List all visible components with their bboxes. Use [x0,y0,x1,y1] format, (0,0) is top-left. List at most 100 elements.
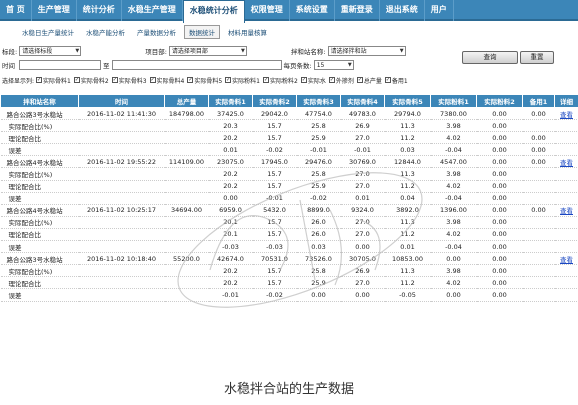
table-cell[interactable]: 查看 [554,155,578,169]
column-checkbox[interactable]: ✓ 实际粉料1 [225,76,260,85]
checkbox-icon[interactable]: ✓ [36,77,43,83]
column-checkbox[interactable]: ✓ 实际骨料2 [73,76,109,85]
nav-tab-3[interactable]: 水稳生产管理 [122,0,183,21]
table-cell: 3.98 [430,216,477,229]
column-checkbox[interactable]: ✓ 外掺剂 [328,76,354,85]
column-checkbox[interactable]: ✓ 实际骨料5 [187,76,222,85]
table-cell [554,143,578,157]
table-cell [554,131,578,145]
mark-select[interactable]: 请选择标段 [19,45,82,56]
table-cell: -0.04 [430,143,477,157]
checkbox-icon[interactable]: ✓ [149,77,156,83]
nav-tab-9[interactable]: 用户 [425,0,454,21]
table-cell: 42674.0 [208,252,253,266]
table-cell: 27.0 [340,216,385,229]
table-cell: 0.01 [208,143,253,157]
checkbox-icon[interactable]: ✓ [225,77,232,83]
subnav-tab-0[interactable]: 水稳日生产量统计 [18,26,78,38]
subnav-tab-1[interactable]: 水稳产能分析 [82,26,129,38]
checkbox-icon[interactable]: ✓ [263,77,269,83]
nav-tab-8[interactable]: 退出系统 [380,0,425,21]
mark-label: 标段: [2,47,18,56]
table-cell: 30769.0 [340,155,385,169]
table-cell: 理论配合比 [0,276,79,290]
column-header: 实际骨料5 [384,94,431,108]
table-cell: 0.00 [476,204,523,217]
column-options: 选择显示列: ✓ 实际骨料1 ✓ 实际骨料2 ✓ 实际骨料3 ✓ 实际骨料4 ✓ 实际骨料5 ✓ 实际… [0,74,578,86]
checkbox-icon[interactable]: ✓ [111,77,118,83]
table-cell: 27.0 [340,276,385,290]
subnav-tab-4[interactable]: 材料用量核算 [224,26,271,38]
table-cell: 4.02 [430,228,477,242]
checkbox-icon[interactable]: ✓ [73,77,80,83]
table-cell: 15.7 [252,264,297,278]
column-checkbox[interactable]: ✓ 实际骨料3 [111,76,147,85]
subnav-tab-3[interactable]: 数据统计 [184,25,220,39]
column-checkbox[interactable]: ✓ 备用1 [384,76,408,85]
reset-button[interactable]: 重置 [520,51,554,64]
table-cell: 误差 [0,192,79,205]
table-cell: 15.7 [252,180,297,193]
subnav-tab-2[interactable]: 产量数据分析 [133,26,180,38]
column-checkbox[interactable]: ✓ 实际骨料1 [36,76,71,85]
checkbox-icon[interactable]: ✓ [300,77,307,83]
table-cell[interactable]: 查看 [554,252,578,266]
query-button[interactable]: 查询 [462,51,518,64]
nav-tab-4[interactable]: 水稳统计分析 [182,0,245,23]
table-cell: 0.00 [430,288,477,302]
table-cell: -0.01 [340,143,385,157]
table-cell: 0.00 [476,288,523,302]
view-detail-link[interactable]: 查看 [560,159,573,167]
column-checkbox[interactable]: ✓ 总产量 [356,76,382,85]
table-cell: 0.03 [384,143,431,157]
table-cell: 25.8 [296,119,341,133]
checkbox-icon[interactable]: ✓ [328,77,335,83]
table-cell [78,143,165,157]
nav-tab-2[interactable]: 统计分析 [77,0,122,21]
checkbox-icon[interactable]: ✓ [356,77,363,83]
nav-tab-7[interactable]: 重新登录 [335,0,380,21]
table-cell: 6959.0 [208,204,253,217]
table-cell: 3.98 [430,264,477,278]
table-cell: 27.0 [340,131,385,145]
table-cell [78,288,165,302]
table-cell: -0.03 [208,240,253,254]
checkbox-icon[interactable]: ✓ [187,77,194,83]
column-checkbox-label: 实际骨料2 [80,77,109,85]
column-checkbox[interactable]: ✓ 实际骨料4 [149,76,184,85]
table-cell [554,288,578,302]
project-select[interactable]: 请选择项目部 [168,45,247,56]
table-cell: 3892.0 [384,204,431,217]
view-detail-link[interactable]: 查看 [560,207,573,215]
column-checkbox-label: 外掺剂 [335,77,354,85]
table-cell[interactable]: 查看 [554,204,578,217]
nav-tab-0[interactable]: 首 页 [0,0,32,21]
table-cell[interactable]: 查看 [554,107,578,121]
column-checkbox[interactable]: ✓ 实际水 [300,76,326,85]
table-cell: 25.8 [296,264,341,278]
view-detail-link[interactable]: 查看 [560,256,573,264]
table-cell: 20.2 [208,276,253,290]
view-detail-link[interactable]: 查看 [560,111,573,119]
table-row: 误差 -0.03 -0.03 0.03 0.00 0.01 -0.04 0.00 [0,240,578,254]
nav-tab-1[interactable]: 生产管理 [32,0,77,21]
time-end-input[interactable] [111,59,282,70]
table-cell: 20.2 [208,131,253,145]
nav-tab-5[interactable]: 权限管理 [245,0,290,21]
table-cell: 实际配合比(%) [0,167,79,181]
column-checkbox-label: 实际骨料5 [194,77,223,85]
checkbox-icon[interactable]: ✓ [384,77,391,83]
nav-tab-6[interactable]: 系统设置 [290,0,335,21]
table-cell: 17945.0 [252,155,297,169]
table-cell: 误差 [0,143,79,157]
table-cell [554,264,578,278]
time-start-input[interactable] [19,59,101,70]
table-cell: 0.00 [476,119,523,133]
table-cell: 11.2 [384,180,431,193]
pagesize-select[interactable]: 15 [313,59,354,70]
table-cell: 11.3 [384,167,431,181]
table-cell [78,228,165,242]
station-select[interactable]: 请选择拌和站 [327,45,406,56]
column-checkbox[interactable]: ✓ 实际粉料2 [263,76,298,85]
column-checkbox-label: 实际水 [307,77,326,85]
